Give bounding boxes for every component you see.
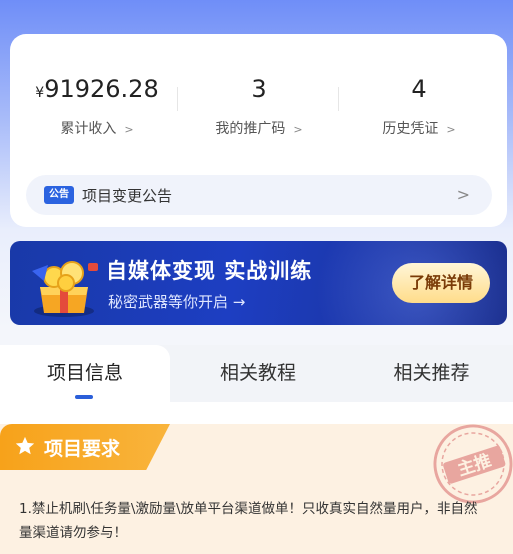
requirements-section: 项目要求 主推 1.禁止机刷\任务量\激励量\放单平台渠道做单！只收真实自然量用… [0,424,513,554]
chevron-right-icon: > [446,123,456,136]
income-value: 91926.28 [44,75,159,103]
stamp-text: 主推 [455,450,494,480]
active-tab-indicator [75,395,93,399]
history-label: 历史凭证 [382,121,439,137]
content-spacer [0,402,513,424]
currency-symbol: ¥ [35,85,45,101]
tab-related-tutorials[interactable]: 相关教程 [172,345,344,402]
banner-title-part1: 自媒体变现 [106,259,216,283]
notice-text: 项目变更公告 [82,186,173,205]
star-icon [15,436,35,455]
promo-code-label: 我的推广码 [215,121,286,137]
stats-card: ¥91926.28 累计收入 > 3 我的推广码 > 4 历史凭证 > 公告 项目变更… [10,34,507,227]
requirements-title: 项目要求 [44,438,121,460]
banner-subtitle: 秘密武器等你开启 → [108,293,246,311]
tab-project-info[interactable]: 项目信息 [0,345,170,402]
notice-tag: 公告 [44,186,74,204]
promo-code-value: 3 [251,75,267,103]
notice-bar[interactable]: 公告 项目变更公告 > [26,175,492,215]
chevron-right-icon: > [456,185,470,204]
banner-title: 自媒体变现 实战训练 [106,255,312,285]
history-stat[interactable]: 4 历史凭证 > [344,74,494,138]
chevron-right-icon: > [124,123,134,136]
banner-title-part2: 实战训练 [224,259,313,283]
gift-box-icon [32,261,98,317]
history-value: 4 [411,75,427,103]
income-stat[interactable]: ¥91926.28 累计收入 > [22,74,172,138]
income-label: 累计收入 [60,121,117,137]
chevron-right-icon: > [293,123,303,136]
promo-banner[interactable]: 自媒体变现 实战训练 秘密武器等你开启 → 了解详情 [10,241,507,325]
learn-more-button[interactable]: 了解详情 [392,263,490,303]
divider [338,87,339,111]
requirements-text: 1.禁止机刷\任务量\激励量\放单平台渠道做单！只收真实自然量用户，非自然量渠道… [19,501,478,541]
featured-stamp: 主推 [433,424,513,504]
divider [177,87,178,111]
promo-code-stat[interactable]: 3 我的推广码 > [184,74,334,138]
tab-bar: 项目信息 相关教程 相关推荐 [0,345,513,402]
tab-related-recommendations[interactable]: 相关推荐 [350,345,513,402]
